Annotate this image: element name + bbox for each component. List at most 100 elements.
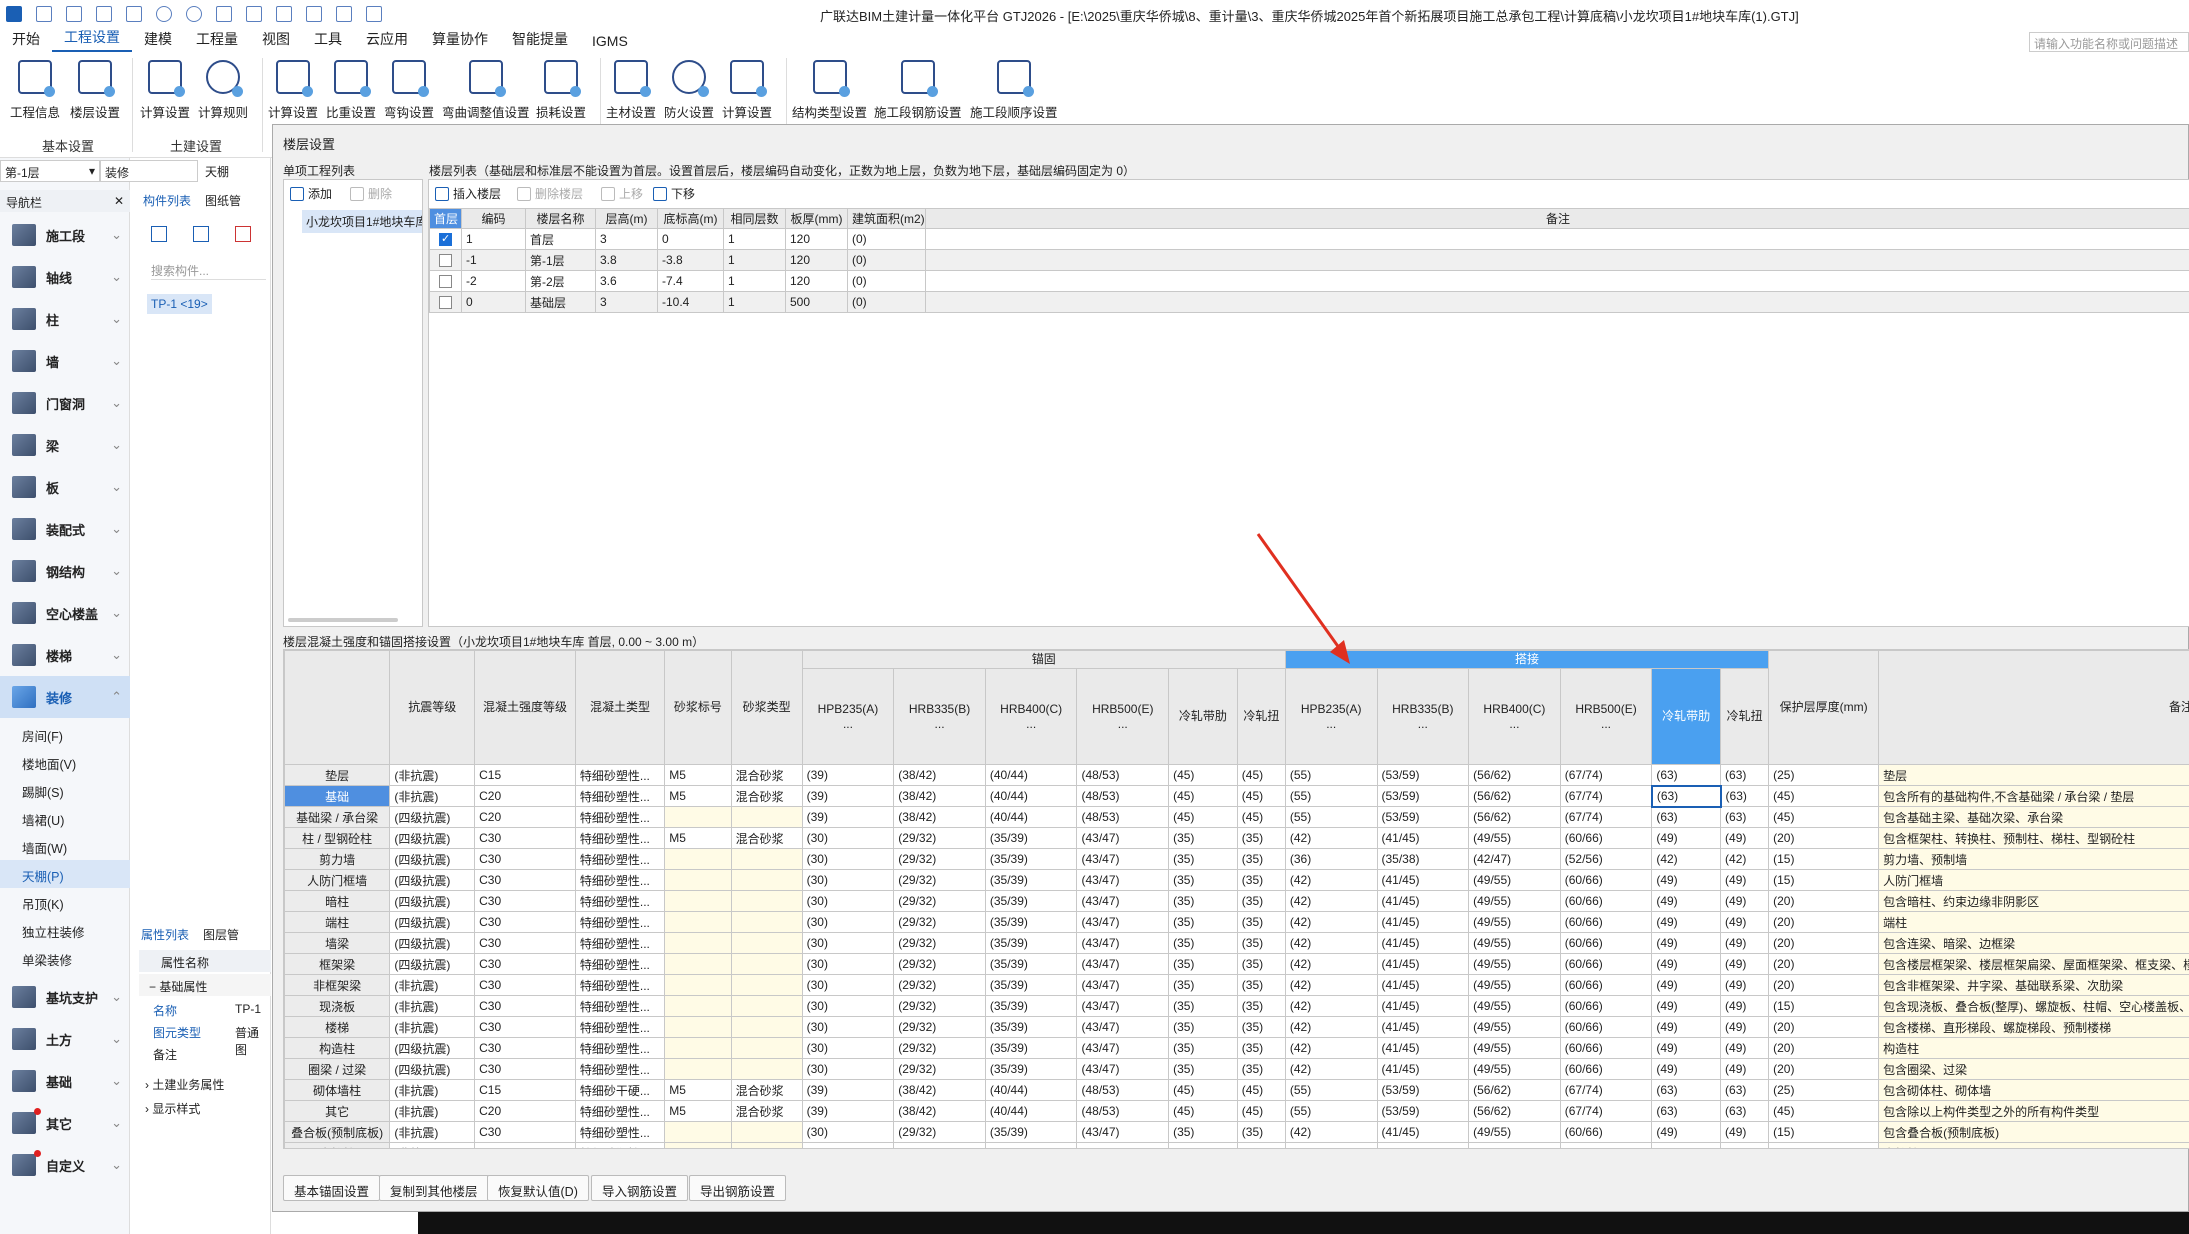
strength-cell[interactable]: (41/45) xyxy=(1376,995,1470,1017)
floor-cell-name[interactable]: 基础层 xyxy=(525,291,596,313)
floor-cell-same[interactable]: 1 xyxy=(723,249,786,271)
menu-modeling[interactable]: 建模 xyxy=(132,29,184,52)
strength-cell[interactable]: (63) xyxy=(1720,764,1770,786)
strength-cell[interactable]: (35/39) xyxy=(984,974,1078,996)
sub-column-finish[interactable]: 独立柱装修 xyxy=(0,916,130,944)
strength-cell[interactable]: (55) xyxy=(1284,764,1378,786)
strength-row[interactable]: 剪力墙 (四级抗震) C30 特细砂塑性... (30) (29/32) (35/39) (4… xyxy=(284,848,2189,870)
strength-cell[interactable]: (67/74) xyxy=(1559,1079,1653,1101)
menu-quantity[interactable]: 工程量 xyxy=(184,29,250,52)
sub-skirting[interactable]: 踢脚(S) xyxy=(0,776,130,804)
strength-row[interactable]: 基础梁 / 承台梁 (四级抗震) C20 特细砂塑性... (39) (38/42) (40… xyxy=(284,806,2189,828)
strength-cell[interactable]: (39) xyxy=(801,1079,895,1101)
strength-cell[interactable]: M5 xyxy=(664,764,732,786)
strength-cell[interactable]: (34) xyxy=(801,1142,895,1148)
strength-cell[interactable]: (非抗震) xyxy=(389,1079,476,1101)
strength-cell[interactable]: (42) xyxy=(1284,1058,1378,1080)
strength-cell[interactable]: (48) xyxy=(1284,1142,1378,1148)
strength-cell[interactable]: (53/59) xyxy=(1376,764,1470,786)
first-floor-cell[interactable] xyxy=(429,228,462,250)
nav-door-window[interactable]: 门窗洞 ⌄ xyxy=(0,382,130,424)
basic-anchor-settings-button[interactable]: 基本锚固设置 xyxy=(283,1175,381,1201)
strength-cell[interactable]: (35) xyxy=(1168,911,1238,933)
strength-cell[interactable]: 包含叠合板(预制底板) xyxy=(1878,1121,2189,1143)
strength-cell[interactable]: (38/42) xyxy=(893,1079,986,1101)
strength-cell[interactable] xyxy=(730,1058,803,1080)
menu-cloud[interactable]: 云应用 xyxy=(354,29,420,52)
strength-cell[interactable]: (42) xyxy=(1284,911,1378,933)
strength-cell[interactable]: (40/44) xyxy=(984,806,1078,828)
calc-icon[interactable] xyxy=(216,6,232,22)
strength-row[interactable]: 柱 / 型钢砼柱 (四级抗震) C30 特细砂塑性... M5 混合砂浆 (30) (29/3… xyxy=(284,827,2189,849)
checkbox-icon[interactable] xyxy=(439,296,452,310)
tab-component-list[interactable]: 构件列表 xyxy=(143,192,191,209)
strength-row[interactable]: 叠合板(预制底板) (非抗震) C30 特细砂塑性... (30) (29/32) (35/… xyxy=(284,1121,2189,1143)
strength-cell[interactable]: (20) xyxy=(1768,1016,1880,1038)
export-rebar-settings-button[interactable]: 导出钢筋设置 xyxy=(689,1175,787,1201)
calc-settings-2-button[interactable]: 计算设置 xyxy=(722,56,772,121)
strength-cell[interactable]: (15) xyxy=(1768,995,1880,1017)
strength-cell[interactable]: (38/42) xyxy=(893,1100,986,1122)
strength-cell[interactable] xyxy=(730,932,803,954)
nav-earthwork[interactable]: 土方 ⌄ xyxy=(0,1018,130,1060)
strength-cell[interactable] xyxy=(730,974,803,996)
drawing-canvas[interactable] xyxy=(418,1212,2189,1234)
nav-hollow-floor[interactable]: 空心楼盖 ⌄ xyxy=(0,592,130,634)
strength-cell[interactable]: (45) xyxy=(1236,1079,1286,1101)
strength-cell[interactable]: (43/47) xyxy=(1076,974,1170,996)
strength-cell[interactable]: (35) xyxy=(1168,1058,1238,1080)
strength-cell[interactable]: 特细砂塑性... xyxy=(574,869,666,891)
strength-cell[interactable]: 垫层 xyxy=(1878,764,2189,786)
strength-cell[interactable]: (60/66) xyxy=(1559,1058,1653,1080)
rebar-calc-settings-button[interactable]: 计算设置 xyxy=(268,56,318,121)
strength-cell[interactable]: (35) xyxy=(1236,911,1286,933)
strength-cell[interactable]: (46/50) xyxy=(1376,1142,1470,1148)
floor-cell-height[interactable]: 3.8 xyxy=(595,249,658,271)
strength-cell[interactable]: (48/53) xyxy=(1076,785,1170,807)
strength-cell[interactable]: 特细砂塑性... xyxy=(574,932,666,954)
strength-cell[interactable] xyxy=(664,890,732,912)
strength-cell[interactable]: (41/45) xyxy=(1376,974,1470,996)
strength-cell[interactable] xyxy=(664,911,732,933)
strength-cell[interactable]: (48/53) xyxy=(1076,1100,1170,1122)
strength-cell[interactable]: C15 xyxy=(474,1079,576,1101)
strength-cell[interactable]: (63) xyxy=(1720,785,1770,807)
strength-cell[interactable]: C30 xyxy=(474,869,576,891)
sub-beam-finish[interactable]: 单梁装修 xyxy=(0,944,130,972)
calc-rules-button[interactable]: 计算规则 xyxy=(198,56,248,121)
floor-cell-bottom[interactable]: 0 xyxy=(657,228,724,250)
strength-cell[interactable]: (29/32) xyxy=(893,1037,986,1059)
strength-cell[interactable] xyxy=(664,1142,732,1148)
strength-cell[interactable]: (49) xyxy=(1651,974,1722,996)
nav-decoration[interactable]: 装修 ⌃ xyxy=(0,676,130,718)
strength-cell[interactable]: (40/44) xyxy=(984,785,1078,807)
tab-property-list[interactable]: 属性列表 xyxy=(141,926,189,943)
strength-row[interactable]: 暗柱 (四级抗震) C30 特细砂塑性... (30) (29/32) (35/39) (43… xyxy=(284,890,2189,912)
strength-cell[interactable]: (49/55) xyxy=(1468,890,1561,912)
strength-cell[interactable]: 包含非框架梁、井字梁、基础联系梁、次肋梁 xyxy=(1878,974,2189,996)
menu-start[interactable]: 开始 xyxy=(0,29,52,52)
strength-cell[interactable]: (40) xyxy=(1236,1142,1286,1148)
floor-cell-remark[interactable] xyxy=(925,291,2189,313)
strength-cell[interactable]: C30 xyxy=(474,932,576,954)
function-search-input[interactable]: 请输入功能名称或问题描述 xyxy=(2029,32,2189,52)
strength-cell[interactable]: (45) xyxy=(1236,764,1286,786)
strength-cell[interactable]: 特细砂塑性... xyxy=(574,974,666,996)
floor-cell-code[interactable]: 1 xyxy=(461,228,526,250)
floor-cell-code[interactable]: -2 xyxy=(461,270,526,292)
first-floor-cell[interactable] xyxy=(429,249,462,271)
strength-cell[interactable]: (42) xyxy=(1284,1121,1378,1143)
strength-cell[interactable]: M5 xyxy=(664,1079,732,1101)
strength-cell[interactable]: (40/44) xyxy=(984,1079,1078,1101)
floor-cell-area[interactable]: (0) xyxy=(847,249,926,271)
floor-cell-remark[interactable] xyxy=(925,270,2189,292)
strength-cell[interactable]: (67/74) xyxy=(1559,785,1653,807)
strength-cell[interactable] xyxy=(664,869,732,891)
strength-cell[interactable]: (29/32) xyxy=(893,1016,986,1038)
segment-order-button[interactable]: 施工段顺序设置 xyxy=(970,56,1058,121)
strength-cell[interactable]: (55) xyxy=(1284,1100,1378,1122)
strength-cell[interactable]: (30) xyxy=(801,1016,895,1038)
strength-cell[interactable]: (56) xyxy=(1720,1142,1770,1148)
strength-cell[interactable]: (67/74) xyxy=(1559,806,1653,828)
strength-cell[interactable]: (67/74) xyxy=(1559,1142,1653,1148)
